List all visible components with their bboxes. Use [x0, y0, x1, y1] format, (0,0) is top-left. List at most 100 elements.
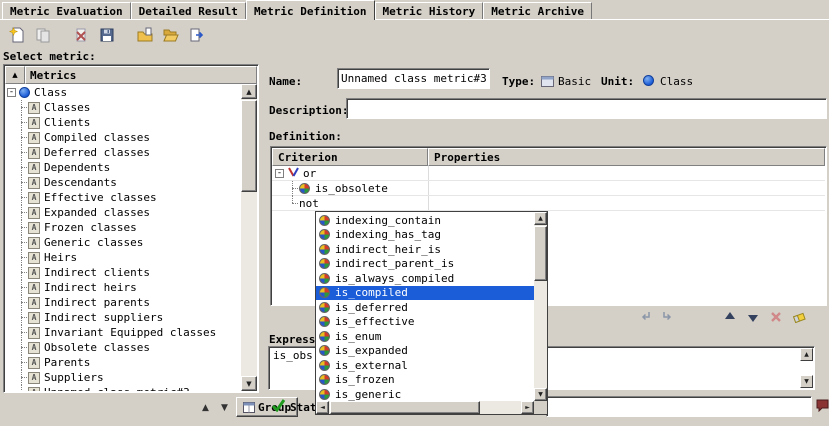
move-up-button[interactable] — [720, 307, 740, 327]
tree-item[interactable]: A Generic classes — [5, 235, 241, 250]
dropdown-hscrollbar-thumb[interactable] — [330, 401, 480, 414]
move-in-button[interactable] — [658, 307, 678, 327]
open-archive-button[interactable] — [158, 23, 184, 47]
tree-connector — [16, 100, 28, 115]
tree-item-label: Indirect clients — [44, 266, 150, 279]
tree-item[interactable]: A Obsolete classes — [5, 340, 241, 355]
metric-icon: A — [28, 237, 40, 249]
comment-icon[interactable] — [816, 399, 829, 415]
scroll-up-icon[interactable]: ▲ — [800, 348, 813, 361]
name-input[interactable] — [337, 68, 490, 89]
tree-item[interactable]: A Parents — [5, 355, 241, 370]
criterion-icon — [319, 244, 330, 255]
dropdown-item[interactable]: is_generic — [316, 387, 534, 401]
status-input[interactable] — [546, 396, 812, 417]
tree-item[interactable]: A Effective classes — [5, 190, 241, 205]
criterion-row-or[interactable]: - or — [272, 166, 825, 181]
collapse-icon[interactable]: - — [275, 169, 284, 178]
dropdown-item[interactable]: is_expanded — [316, 344, 534, 359]
delete-metric-button[interactable] — [68, 23, 94, 47]
tree-item[interactable]: A Indirect parents — [5, 295, 241, 310]
dropdown-item[interactable]: is_compiled — [316, 286, 534, 301]
tab[interactable]: Metric History — [375, 2, 484, 19]
metric-move-up-button[interactable]: ▲ — [197, 400, 214, 416]
dropdown-item[interactable]: is_enum — [316, 329, 534, 344]
tree-scrollbar[interactable]: ▲ ▼ — [241, 84, 257, 391]
dropdown-item[interactable]: is_always_compiled — [316, 271, 534, 286]
tree-item[interactable]: A Invariant Equipped classes — [5, 325, 241, 340]
criterion-column-header[interactable]: Criterion — [272, 148, 428, 166]
dropdown-item-label: is_frozen — [335, 373, 395, 386]
erase-criterion-button[interactable] — [789, 307, 809, 327]
scroll-right-icon[interactable]: ► — [521, 401, 534, 414]
scroll-up-icon[interactable]: ▲ — [534, 212, 547, 225]
export-metric-button[interactable] — [184, 23, 210, 47]
new-metric-button[interactable] — [4, 23, 30, 47]
dropdown-item[interactable]: indirect_heir_is — [316, 242, 534, 257]
delete-criterion-button[interactable] — [766, 307, 786, 327]
metric-icon: A — [28, 312, 40, 324]
tree-item[interactable]: A Deferred classes — [5, 145, 241, 160]
scroll-down-icon[interactable]: ▼ — [800, 375, 813, 388]
tree-connector — [16, 115, 28, 130]
copy-metric-button[interactable] — [30, 23, 56, 47]
tree-item[interactable]: A Expanded classes — [5, 205, 241, 220]
criterion-label: or — [303, 167, 316, 180]
metric-icon: A — [28, 177, 40, 189]
scroll-down-icon[interactable]: ▼ — [241, 376, 257, 391]
tree-item-class[interactable]: - Class — [5, 85, 241, 100]
tree-item[interactable]: A Classes — [5, 100, 241, 115]
tree-item[interactable]: A Clients — [5, 115, 241, 130]
tab[interactable]: Metric Definition — [246, 0, 375, 20]
dropdown-item[interactable]: indexing_has_tag — [316, 228, 534, 243]
move-down-button[interactable] — [743, 307, 763, 327]
criterion-toolbar — [635, 307, 809, 327]
tree-item-label: Compiled classes — [44, 131, 150, 144]
dropdown-item-label: indexing_contain — [335, 214, 441, 227]
move-out-button[interactable] — [635, 307, 655, 327]
tree-item[interactable]: A Compiled classes — [5, 130, 241, 145]
dropdown-item[interactable]: is_deferred — [316, 300, 534, 315]
dropdown-horizontal-scrollbar[interactable]: ◄ ► — [316, 401, 534, 414]
dropdown-item[interactable]: is_external — [316, 358, 534, 373]
dropdown-item-label: is_enum — [335, 330, 381, 343]
dropdown-vertical-scrollbar[interactable]: ▲ ▼ — [534, 212, 547, 401]
criterion-row-not[interactable]: not — [272, 196, 825, 211]
tree-root-label: Class — [34, 86, 67, 99]
dropdown-item[interactable]: indexing_contain — [316, 213, 534, 228]
tree-item[interactable]: A Heirs — [5, 250, 241, 265]
metric-icon: A — [28, 207, 40, 219]
criterion-label: is_obsolete — [315, 182, 388, 195]
dropdown-scrollbar-thumb[interactable] — [534, 226, 547, 281]
description-input[interactable] — [346, 98, 827, 119]
scroll-down-icon[interactable]: ▼ — [534, 388, 547, 401]
tree-item[interactable]: A Indirect heirs — [5, 280, 241, 295]
criterion-row-is-obsolete[interactable]: is_obsolete — [272, 181, 825, 196]
sort-button[interactable]: ▲ — [5, 66, 25, 84]
delete-criterion-icon — [769, 310, 783, 324]
save-metric-button[interactable] — [94, 23, 120, 47]
tree-item[interactable]: A Dependents — [5, 160, 241, 175]
tab[interactable]: Metric Evaluation — [2, 2, 131, 19]
tree-scrollbar-thumb[interactable] — [241, 100, 257, 192]
tree-item[interactable]: A Suppliers — [5, 370, 241, 385]
dropdown-item[interactable]: indirect_parent_is — [316, 257, 534, 272]
properties-column-header[interactable]: Properties — [428, 148, 825, 166]
tree-item[interactable]: A Indirect clients — [5, 265, 241, 280]
new-archive-button[interactable] — [132, 23, 158, 47]
group-toggle-button[interactable]: Group — [236, 397, 298, 417]
tree-item[interactable]: A Indirect suppliers — [5, 310, 241, 325]
tree-item[interactable]: A Unnamed class metric#3 — [5, 385, 241, 391]
tab[interactable]: Metric Archive — [483, 2, 592, 19]
dropdown-item[interactable]: is_frozen — [316, 373, 534, 388]
tree-item[interactable]: A Frozen classes — [5, 220, 241, 235]
scroll-left-icon[interactable]: ◄ — [316, 401, 329, 414]
scroll-up-icon[interactable]: ▲ — [241, 84, 257, 99]
tree-item[interactable]: A Descendants — [5, 175, 241, 190]
dropdown-item[interactable]: is_effective — [316, 315, 534, 330]
metric-icon: A — [28, 357, 40, 369]
collapse-icon[interactable]: - — [7, 88, 16, 97]
metric-move-down-button[interactable]: ▼ — [216, 400, 233, 416]
tree-connector — [16, 370, 28, 385]
tab[interactable]: Detailed Result — [131, 2, 246, 19]
